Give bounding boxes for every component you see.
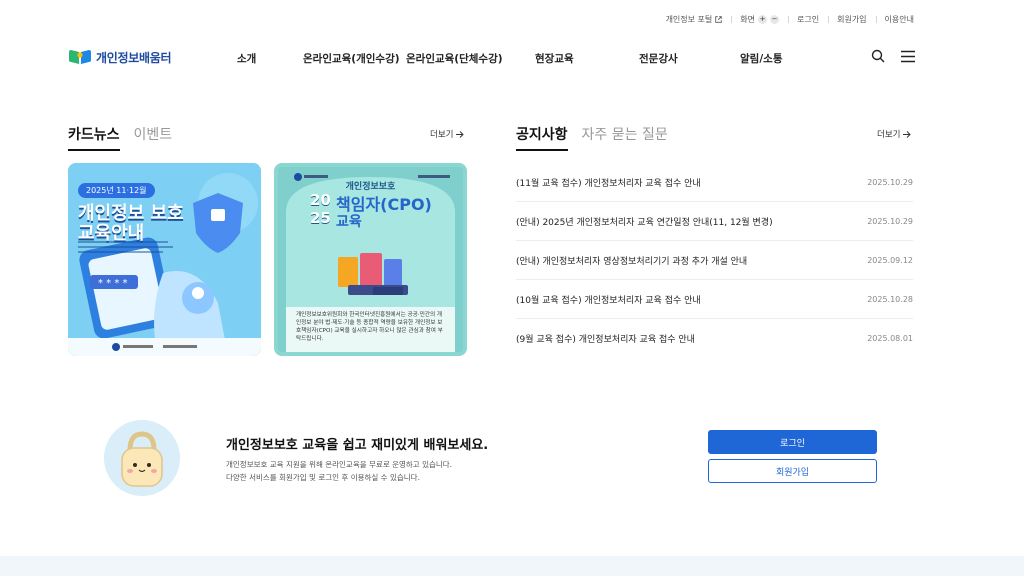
util-login-link[interactable]: 로그인 (788, 14, 828, 25)
nav-instructors[interactable]: 전문강사 (639, 51, 678, 66)
notice-row[interactable]: (안내) 2025년 개인정보처리자 교육 연간일정 안내(11, 12월 변경… (516, 202, 913, 241)
cardnews-card-privacy-education[interactable]: * * * * 2025년 11·12월 개인정보 보호 교육안내 (68, 163, 261, 356)
notice-title: (9월 교육 접수) 개인정보처리자 교육 접수 안내 (516, 335, 695, 345)
notice-title: (안내) 개인정보처리자 영상정보처리기기 과정 추가 개설 안내 (516, 256, 748, 267)
notice-row[interactable]: (9월 교육 접수) 개인정보처리자 교육 접수 안내 2025.08.01 (516, 319, 913, 358)
nav-intro[interactable]: 소개 (237, 51, 256, 66)
notice-title: (11월 교육 접수) 개인정보처리자 교육 접수 안내 (516, 178, 701, 189)
tab-events[interactable]: 이벤트 (134, 124, 173, 151)
portal-link[interactable]: 개인정보 포털 (657, 14, 732, 25)
notice-title: (10월 교육 접수) 개인정보처리자 교육 접수 안내 (516, 295, 701, 306)
nav-online-individual[interactable]: 온라인교육(개인수강) (303, 51, 400, 66)
nav-online-group[interactable]: 온라인교육(단체수강) (406, 51, 503, 66)
screen-zoom-label: 화면 (740, 15, 755, 24)
promo-description-line2: 다양한 서비스를 회원가입 및 로그인 후 이용하실 수 있습니다. (226, 473, 420, 482)
card2-year-bottom: 25 (310, 209, 331, 227)
notice-date: 2025.10.28 (867, 294, 913, 304)
utility-bar: 개인정보 포털 화면 + − 로그인 회원가입 이용안내 (657, 14, 914, 25)
notice-date: 2025.09.12 (867, 255, 913, 265)
notice-list: (11월 교육 접수) 개인정보처리자 교육 접수 안내 2025.10.29 … (516, 163, 913, 358)
util-signup-link[interactable]: 회원가입 (828, 14, 875, 25)
svg-text:* * * *: * * * * (98, 278, 128, 289)
zoom-in-button[interactable]: + (758, 15, 767, 24)
arrow-right-icon (456, 130, 465, 138)
external-link-icon (715, 16, 722, 23)
notice-row[interactable]: (안내) 개인정보처리자 영상정보처리기기 과정 추가 개설 안내 2025.0… (516, 241, 913, 280)
promo-title: 개인정보보호 교육을 쉽고 재미있게 배워보세요. (226, 438, 489, 453)
util-guide-link[interactable]: 이용안내 (875, 14, 914, 25)
promo-description-line1: 개인정보보호 교육 지원을 위해 온라인교육을 무료로 운영하고 있습니다. (226, 460, 453, 469)
arrow-right-icon (903, 130, 912, 138)
card2-year-top: 20 (310, 191, 331, 209)
notice-date: 2025.10.29 (867, 177, 913, 187)
notice-row[interactable]: (10월 교육 접수) 개인정보처리자 교육 접수 안내 2025.10.28 (516, 280, 913, 319)
card2-title-suffix: 교육 (336, 214, 362, 230)
notice-row[interactable]: (11월 교육 접수) 개인정보처리자 교육 접수 안내 2025.10.29 (516, 163, 913, 202)
nav-notice-community[interactable]: 알림/소통 (740, 51, 782, 66)
notice-tabs: 공지사항 자주 묻는 질문 (516, 124, 668, 151)
login-button[interactable]: 로그인 (708, 430, 877, 454)
tab-cardnews[interactable]: 카드뉴스 (68, 124, 120, 151)
signup-button[interactable]: 회원가입 (708, 459, 877, 483)
cardnews-more-label: 더보기 (430, 130, 454, 140)
card1-badge: 2025년 11·12월 (78, 183, 155, 198)
footer-band (0, 556, 1024, 576)
zoom-out-button[interactable]: − (770, 15, 779, 24)
tab-notice[interactable]: 공지사항 (516, 124, 568, 151)
cardnews-tabs: 카드뉴스 이벤트 (68, 124, 172, 151)
cardnews-more-link[interactable]: 더보기 (430, 128, 465, 140)
mascot-lock-illustration (104, 420, 180, 496)
card2-description: 개인정보보호위원회와 한국인터넷진흥원에서는 공공·민간의 개인정보 분야 법·… (296, 312, 443, 342)
notice-more-label: 더보기 (877, 130, 901, 140)
nav-onsite[interactable]: 현장교육 (535, 51, 574, 66)
notice-more-link[interactable]: 더보기 (877, 128, 912, 140)
screen-zoom: 화면 + − (731, 14, 788, 25)
notice-date: 2025.10.29 (867, 216, 913, 226)
header-icons (870, 48, 916, 64)
cardnews-card-cpo-education[interactable]: 개인정보보호 20 25 책임자(CPO) 교육 개인정보보호위원회와 한국인터… (274, 163, 467, 356)
notice-title: (안내) 2025년 개인정보처리자 교육 연간일정 안내(11, 12월 변경… (516, 217, 773, 228)
menu-icon[interactable] (900, 48, 916, 64)
notice-date: 2025.08.01 (867, 334, 913, 343)
tab-faq[interactable]: 자주 묻는 질문 (582, 124, 668, 151)
search-icon[interactable] (870, 48, 886, 64)
card1-title-line2: 교육안내 (78, 223, 145, 244)
portal-link-label: 개인정보 포털 (665, 15, 713, 24)
